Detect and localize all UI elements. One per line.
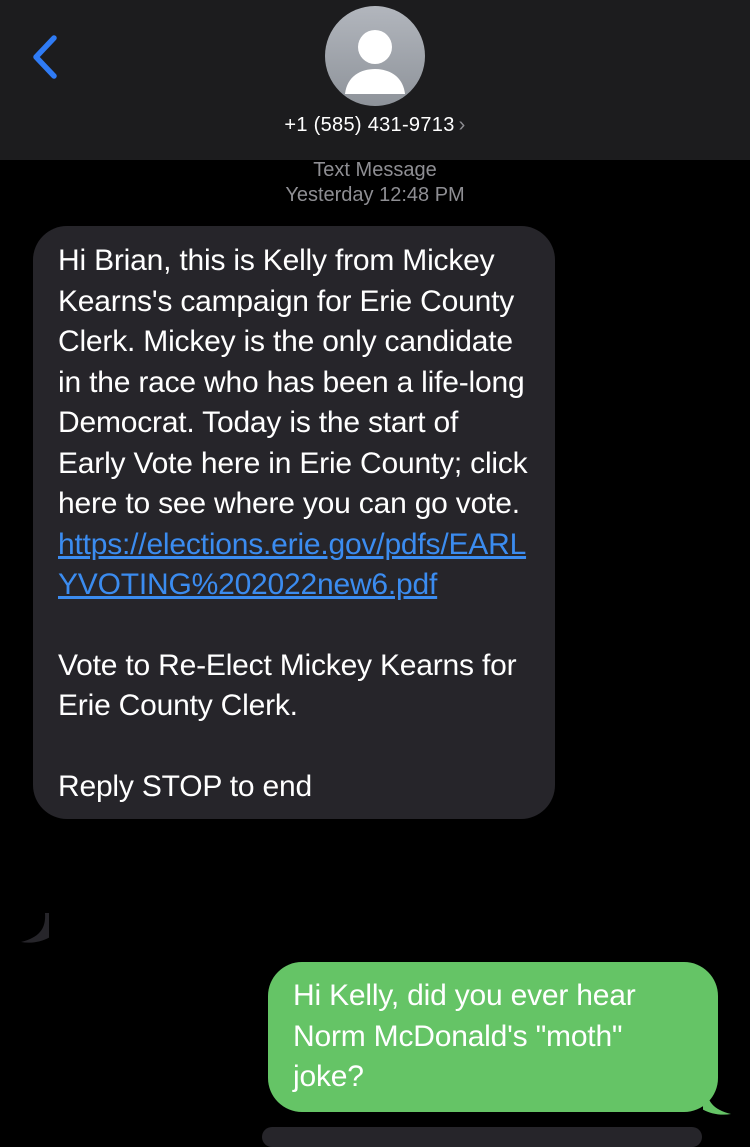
message-link[interactable]: https://elections.erie.gov/pdfs/EARLYVOT…: [58, 528, 526, 602]
back-button[interactable]: [22, 28, 72, 88]
person-silhouette-icon: [345, 30, 405, 94]
message-paragraph: Vote to Re-Elect Mickey Kearns for Erie …: [58, 648, 517, 723]
next-message-bubble: [262, 1127, 702, 1147]
message-paragraph: Reply STOP to end: [58, 769, 312, 803]
contact-number: +1 (585) 431-9713: [284, 114, 455, 136]
incoming-bubble-tail: [21, 913, 49, 943]
message-text: Hi Brian, this is Kelly from Mickey Kear…: [58, 244, 528, 520]
incoming-message-bubble[interactable]: Hi Brian, this is Kelly from Mickey Kear…: [33, 226, 555, 819]
outgoing-message-bubble[interactable]: Hi Kelly, did you ever hear Norm McDonal…: [268, 962, 718, 1112]
service-label: Text Message: [313, 159, 437, 181]
timestamp-label: Yesterday 12:48 PM: [285, 184, 465, 206]
contact-name-button[interactable]: +1 (585) 431-9713 ›: [0, 114, 750, 137]
message-timestamp: Text Message Yesterday 12:48 PM: [0, 158, 750, 208]
message-text: Hi Kelly, did you ever hear Norm McDonal…: [293, 979, 636, 1093]
chevron-left-icon: [33, 35, 57, 79]
outgoing-bubble-tail: [703, 1085, 731, 1115]
chevron-right-icon: ›: [458, 114, 466, 136]
conversation-header: +1 (585) 431-9713 ›: [0, 0, 750, 160]
contact-avatar[interactable]: [325, 6, 425, 106]
message-paragraph: Hi Brian, this is Kelly from Mickey Kear…: [58, 241, 530, 606]
